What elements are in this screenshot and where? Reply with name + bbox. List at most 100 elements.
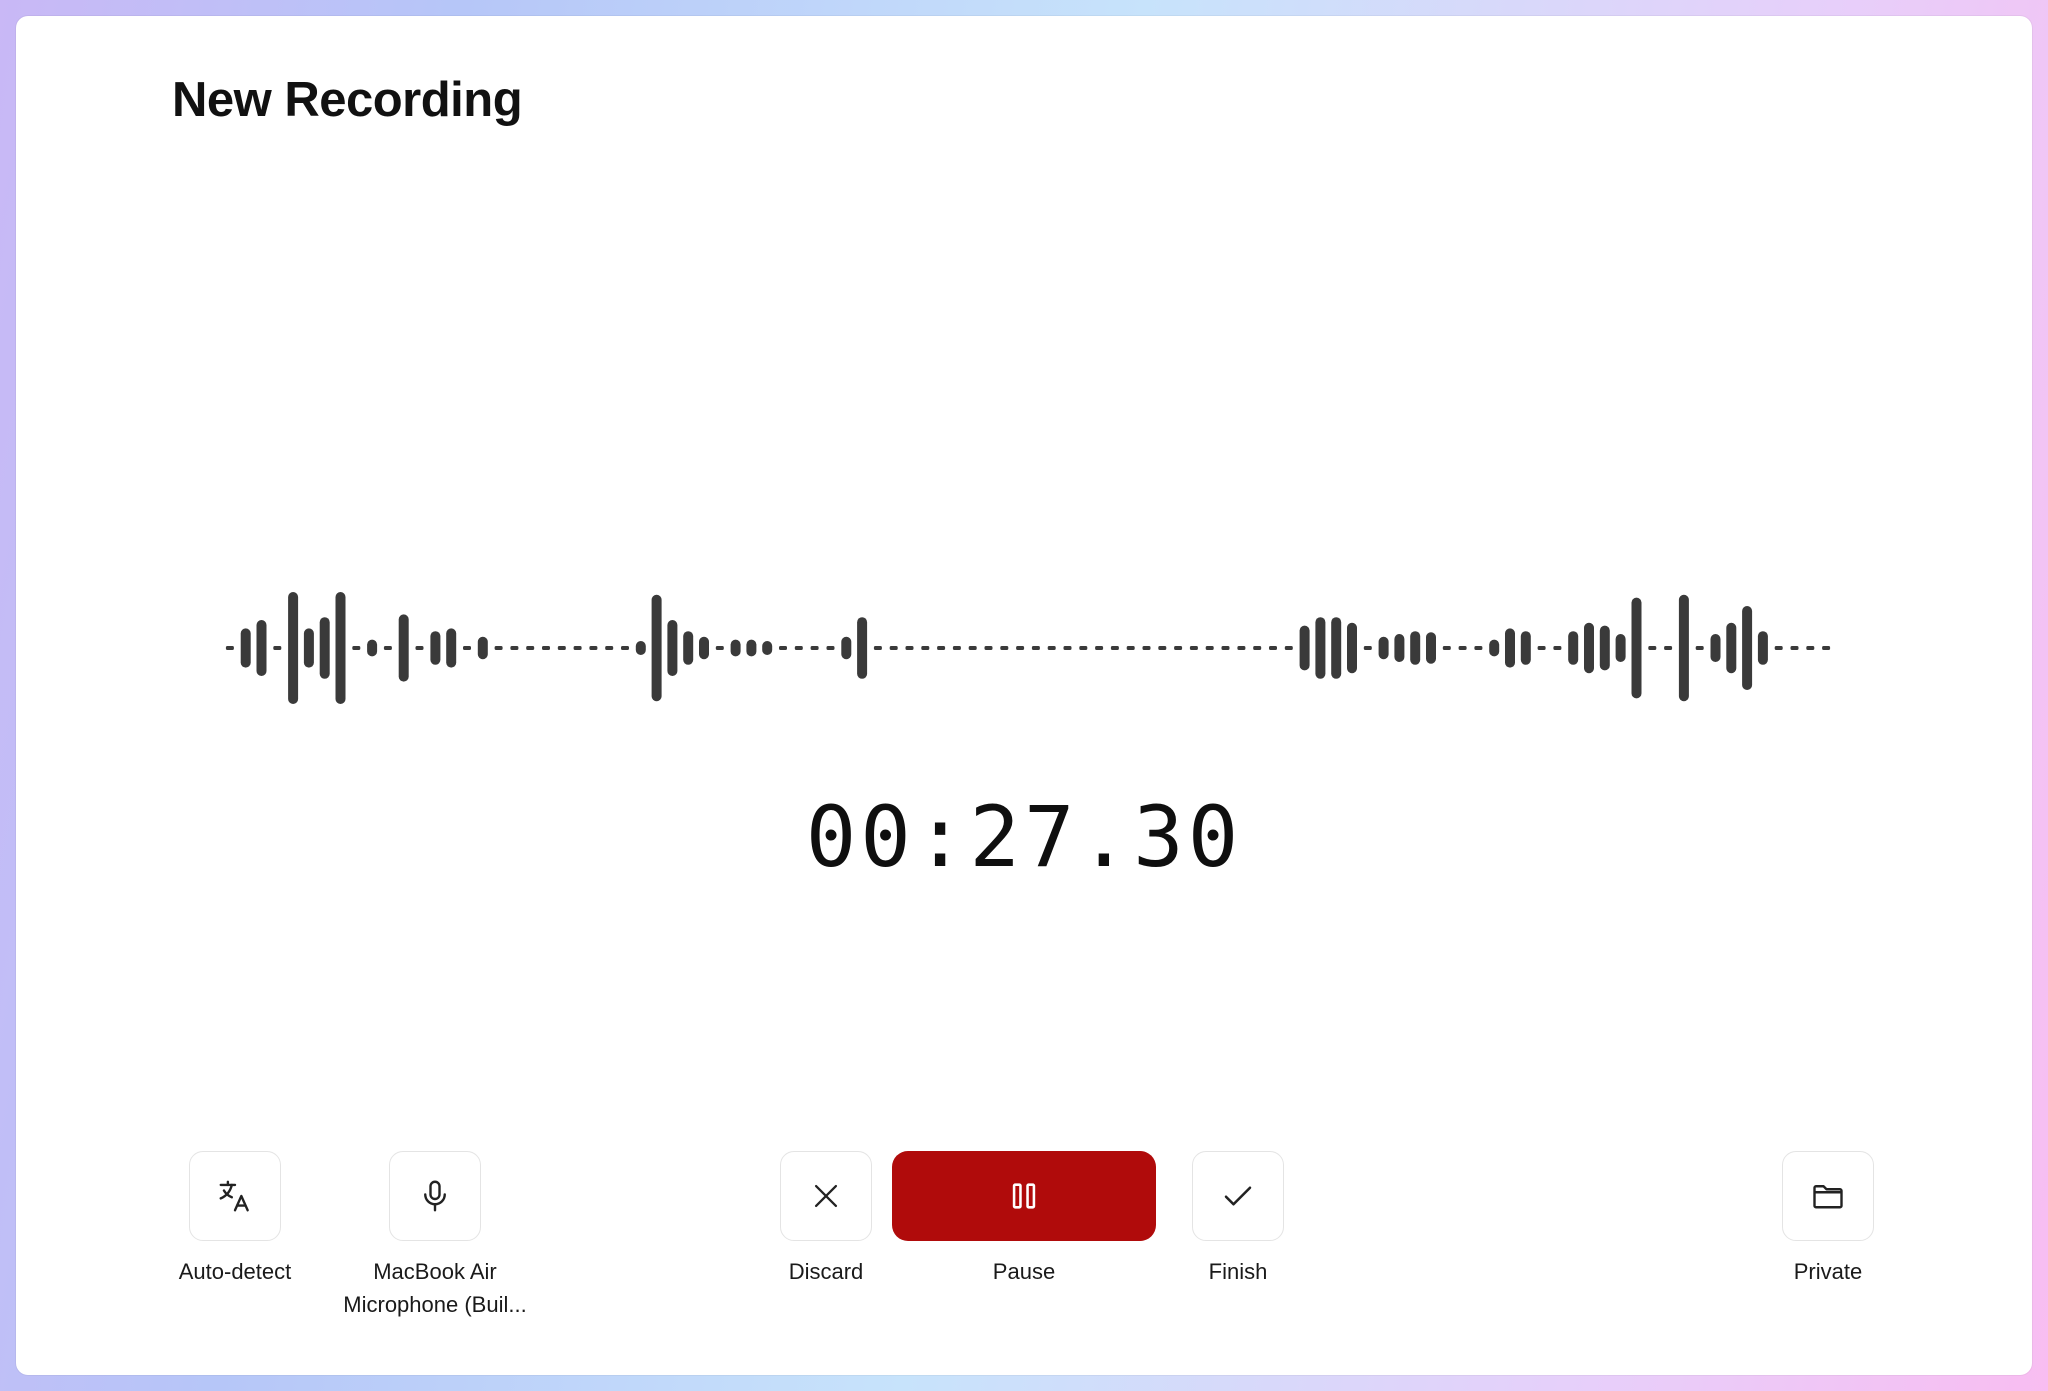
- waveform-dash: [605, 646, 614, 650]
- waveform-dash: [1095, 646, 1104, 650]
- waveform-dash: [826, 646, 835, 650]
- microphone-label-line-2: Microphone (Buil...: [343, 1292, 527, 1317]
- privacy-control: Private: [1710, 1151, 1946, 1288]
- microphone-control: MacBook Air Microphone (Buil...: [318, 1151, 552, 1321]
- waveform-dash: [589, 646, 598, 650]
- waveform-dash: [1189, 646, 1198, 650]
- waveform-bar: [240, 628, 251, 668]
- waveform-dash: [1284, 646, 1293, 650]
- waveform-dash: [937, 646, 946, 650]
- waveform-bar: [256, 620, 267, 676]
- waveform-dash: [952, 646, 961, 650]
- privacy-button[interactable]: [1782, 1151, 1874, 1241]
- waveform-bar: [1678, 594, 1689, 702]
- waveform-bar: [430, 631, 441, 665]
- waveform-bar: [1394, 634, 1405, 662]
- waveform-dash: [1537, 646, 1546, 650]
- waveform-bar: [857, 617, 868, 679]
- waveform-bar: [398, 614, 409, 682]
- page-title: New Recording: [172, 73, 523, 127]
- waveform-bar: [699, 636, 709, 660]
- waveform-dash: [1221, 646, 1230, 650]
- waveform-dash: [1079, 646, 1088, 650]
- waveform-dash: [1458, 646, 1467, 650]
- waveform-bar: [1378, 636, 1389, 660]
- waveform-dash: [1174, 646, 1183, 650]
- waveform-dash: [1664, 646, 1673, 650]
- microphone-button[interactable]: [389, 1151, 481, 1241]
- waveform-bar: [1410, 631, 1421, 665]
- pause-icon: [1012, 1183, 1036, 1209]
- waveform-dash: [1237, 646, 1246, 650]
- discard-button[interactable]: [780, 1151, 872, 1241]
- waveform-dash: [1363, 646, 1372, 650]
- waveform-dash: [273, 646, 282, 650]
- waveform-dash: [1774, 646, 1783, 650]
- waveform-bar: [635, 641, 646, 655]
- waveform-bar: [1426, 632, 1436, 664]
- waveform-bar: [1742, 606, 1753, 690]
- waveform: [225, 592, 1831, 704]
- waveform-bar: [746, 639, 757, 657]
- waveform-bar: [1599, 625, 1610, 671]
- waveform-dash: [415, 646, 424, 650]
- waveform-bar: [319, 617, 330, 679]
- waveform-bar: [730, 639, 741, 657]
- microphone-label-line-1: MacBook Air: [373, 1259, 497, 1284]
- translate-icon: [219, 1180, 249, 1212]
- waveform-dash: [1063, 646, 1072, 650]
- close-icon: [814, 1184, 838, 1208]
- waveform-bar: [1299, 625, 1310, 671]
- waveform-bar: [841, 636, 852, 660]
- waveform-dash: [1000, 646, 1009, 650]
- waveform-bar: [303, 628, 314, 668]
- waveform-dash: [1016, 646, 1025, 650]
- waveform-bar: [1505, 628, 1515, 668]
- waveform-bar: [1726, 622, 1737, 674]
- waveform-bar: [1489, 639, 1500, 657]
- pause-button[interactable]: [892, 1151, 1156, 1241]
- waveform-dash: [1047, 646, 1056, 650]
- waveform-dash: [1253, 646, 1262, 650]
- language-control: Auto-detect: [118, 1151, 352, 1288]
- language-label: Auto-detect: [178, 1259, 292, 1284]
- discard-label: Discard: [788, 1259, 864, 1284]
- waveform-dash: [1031, 646, 1040, 650]
- waveform-dash: [463, 646, 471, 650]
- waveform-bar: [1757, 631, 1768, 665]
- waveform-dash: [1110, 646, 1119, 650]
- waveform-dash: [1648, 646, 1657, 650]
- microphone-label: MacBook Air Microphone (Buil...: [343, 1255, 526, 1321]
- finish-label: Finish: [1208, 1259, 1268, 1284]
- waveform-dash: [968, 646, 977, 650]
- waveform-dash: [494, 646, 503, 650]
- language-button[interactable]: [189, 1151, 281, 1241]
- waveform-dash: [1790, 646, 1799, 650]
- finish-button[interactable]: [1192, 1151, 1284, 1241]
- waveform-bar: [1568, 631, 1579, 665]
- waveform-bar: [1520, 631, 1531, 665]
- folder-icon: [1813, 1185, 1843, 1209]
- elapsed-time: 00:27.30: [805, 788, 1243, 886]
- waveform-dash: [1695, 646, 1704, 650]
- waveform-bar: [762, 641, 773, 655]
- pause-label: Pause: [992, 1259, 1056, 1284]
- waveform-dash: [984, 646, 993, 650]
- waveform-dash: [1126, 646, 1135, 650]
- waveform-dash: [1822, 646, 1831, 650]
- waveform-dash: [383, 646, 392, 650]
- waveform-dash: [889, 646, 898, 650]
- waveform-dash: [542, 646, 550, 650]
- microphone-icon: [424, 1180, 446, 1212]
- waveform-dash: [921, 646, 930, 650]
- waveform-dash: [794, 646, 803, 650]
- waveform-dash: [779, 646, 787, 650]
- waveform-dash: [1553, 646, 1562, 650]
- waveform-dash: [526, 646, 535, 650]
- waveform-dash: [1269, 646, 1277, 650]
- waveform-dash: [1474, 646, 1483, 650]
- waveform-dash: [905, 646, 914, 650]
- waveform-bar: [683, 631, 694, 665]
- waveform-bar: [1331, 617, 1342, 679]
- check-icon: [1224, 1186, 1252, 1206]
